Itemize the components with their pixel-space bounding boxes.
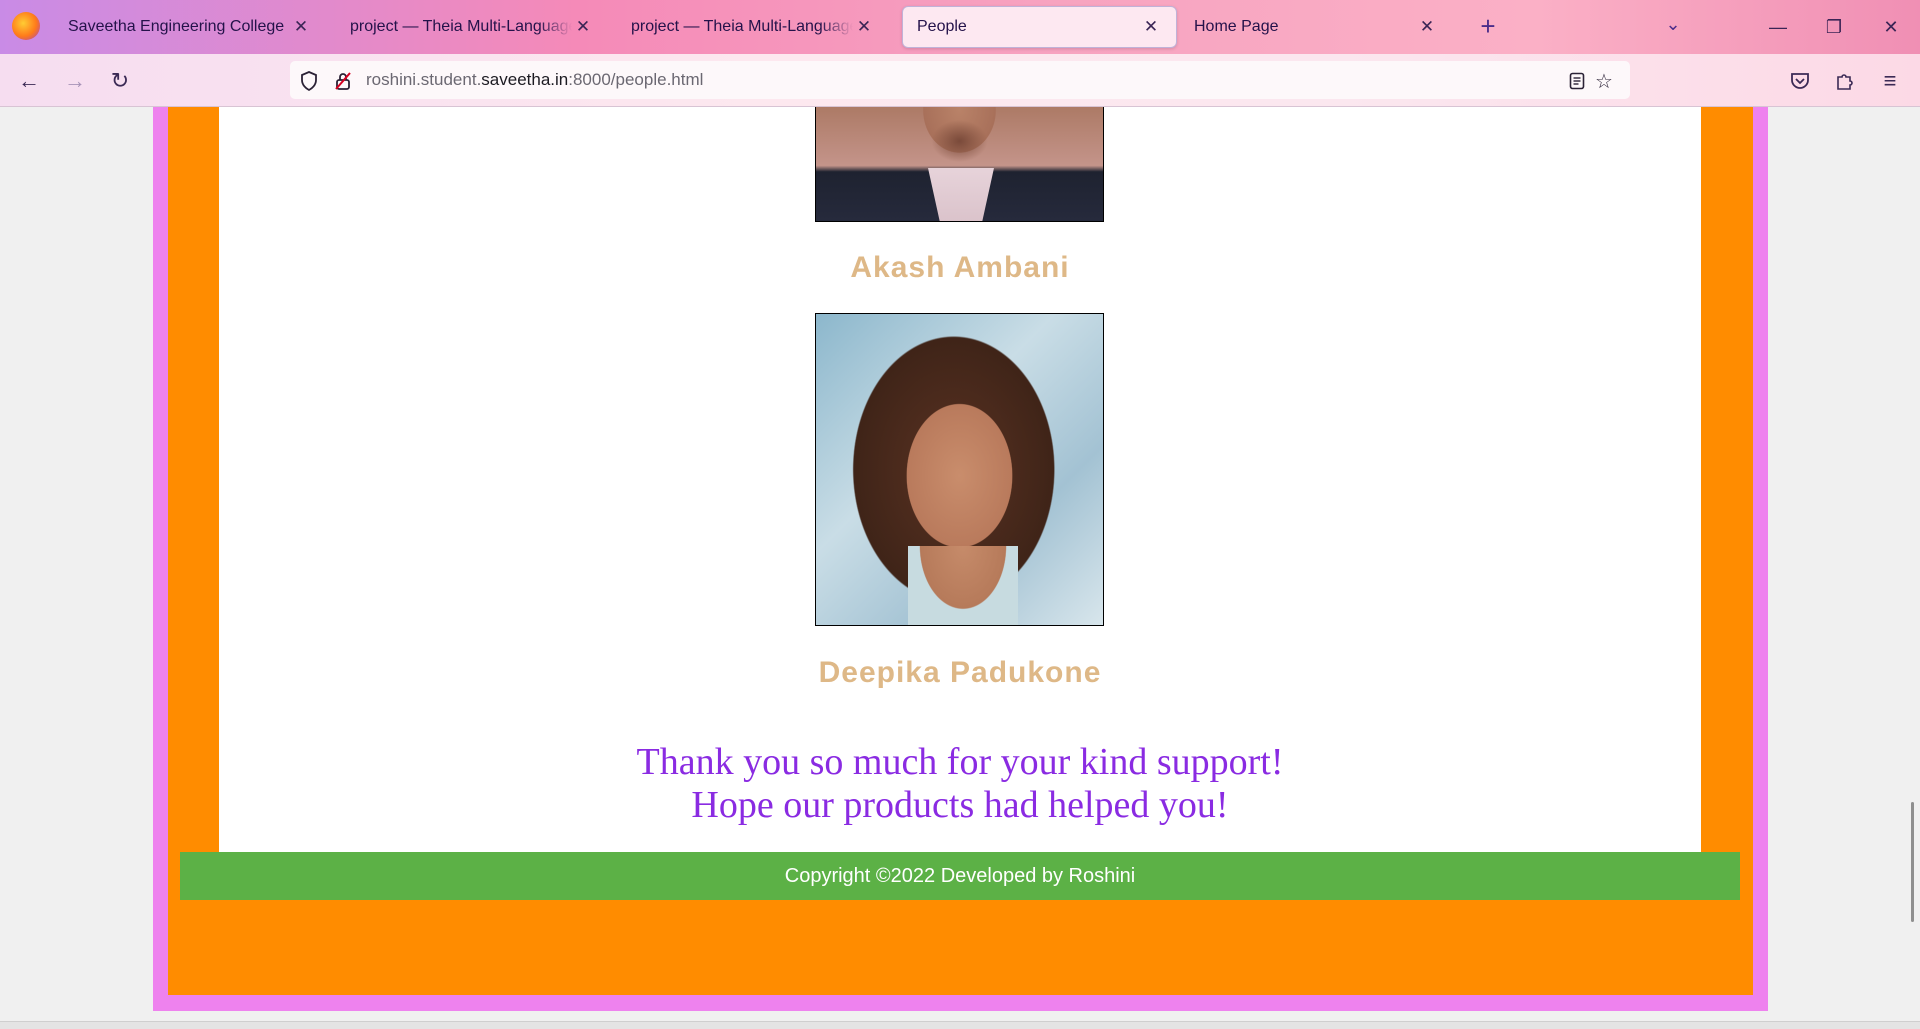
tab-people[interactable]: People ✕	[902, 6, 1177, 48]
close-tab-icon[interactable]: ✕	[1416, 16, 1438, 38]
restore-icon[interactable]: ❐	[1811, 10, 1857, 44]
tab-saveetha[interactable]: Saveetha Engineering College ✕	[54, 6, 326, 48]
close-window-icon[interactable]: ✕	[1868, 10, 1914, 44]
url-domain: saveetha.in	[481, 70, 569, 89]
close-tab-icon[interactable]: ✕	[1140, 16, 1162, 38]
url-host-prefix: roshini.student.	[366, 70, 482, 89]
minimize-icon[interactable]: —	[1755, 10, 1801, 44]
tab-strip: Saveetha Engineering College ✕ project —…	[0, 0, 1920, 54]
footer: Copyright ©2022 Developed by Roshini	[180, 852, 1740, 900]
reload-icon[interactable]: ↻	[105, 66, 135, 96]
person-name: Deepika Padukone	[818, 656, 1102, 689]
deepika-padukone-photo	[815, 313, 1104, 626]
navigation-toolbar: ← → ↻ roshini.student.saveetha.in:8000/p…	[0, 54, 1920, 107]
hope-message: Hope our products had helped you!	[691, 784, 1229, 826]
page-scrollbar[interactable]	[1911, 802, 1914, 922]
copyright-text: Copyright ©2022 Developed by Roshini	[784, 865, 1136, 887]
tab-theia-1[interactable]: project — Theia Multi-Language Exp ✕	[336, 6, 608, 48]
tab-title: People	[917, 18, 967, 35]
tab-title: Saveetha Engineering College	[68, 18, 285, 35]
address-bar[interactable]: roshini.student.saveetha.in:8000/people.…	[290, 61, 1630, 99]
tab-title: project — Theia Multi-Language Exp	[631, 18, 853, 35]
tab-title: project — Theia Multi-Language Exp	[350, 18, 572, 35]
insecure-lock-icon[interactable]	[332, 70, 354, 92]
akash-ambani-photo	[815, 107, 1104, 222]
pocket-icon[interactable]	[1785, 66, 1815, 96]
list-all-tabs-chevron-down-icon[interactable]: ⌄	[1660, 14, 1686, 40]
bookmark-star-icon[interactable]: ☆	[1593, 70, 1615, 93]
person-name: Akash Ambani	[850, 251, 1070, 284]
new-tab-plus-icon[interactable]: +	[1474, 13, 1502, 41]
forward-arrow-icon[interactable]: →	[60, 66, 90, 96]
tab-home-page[interactable]: Home Page ✕	[1180, 6, 1452, 48]
url-text[interactable]: roshini.student.saveetha.in:8000/people.…	[366, 61, 703, 99]
close-tab-icon[interactable]: ✕	[853, 16, 875, 38]
url-path: :8000/people.html	[568, 70, 704, 89]
close-tab-icon[interactable]: ✕	[572, 16, 594, 38]
extensions-puzzle-icon[interactable]	[1830, 66, 1860, 96]
reader-view-icon[interactable]	[1566, 70, 1588, 92]
menu-hamburger-icon[interactable]: ≡	[1875, 66, 1905, 96]
back-arrow-icon[interactable]: ←	[14, 66, 44, 96]
thank-you-message: Thank you so much for your kind support!	[636, 741, 1284, 783]
page-viewport: Akash Ambani Deepika Padukone Thank you …	[0, 107, 1920, 1021]
tab-title: Home Page	[1194, 18, 1279, 35]
tab-theia-2[interactable]: project — Theia Multi-Language Exp ✕	[617, 6, 889, 48]
firefox-logo-icon[interactable]	[12, 12, 40, 40]
shield-icon[interactable]	[298, 70, 320, 92]
close-tab-icon[interactable]: ✕	[290, 16, 312, 38]
